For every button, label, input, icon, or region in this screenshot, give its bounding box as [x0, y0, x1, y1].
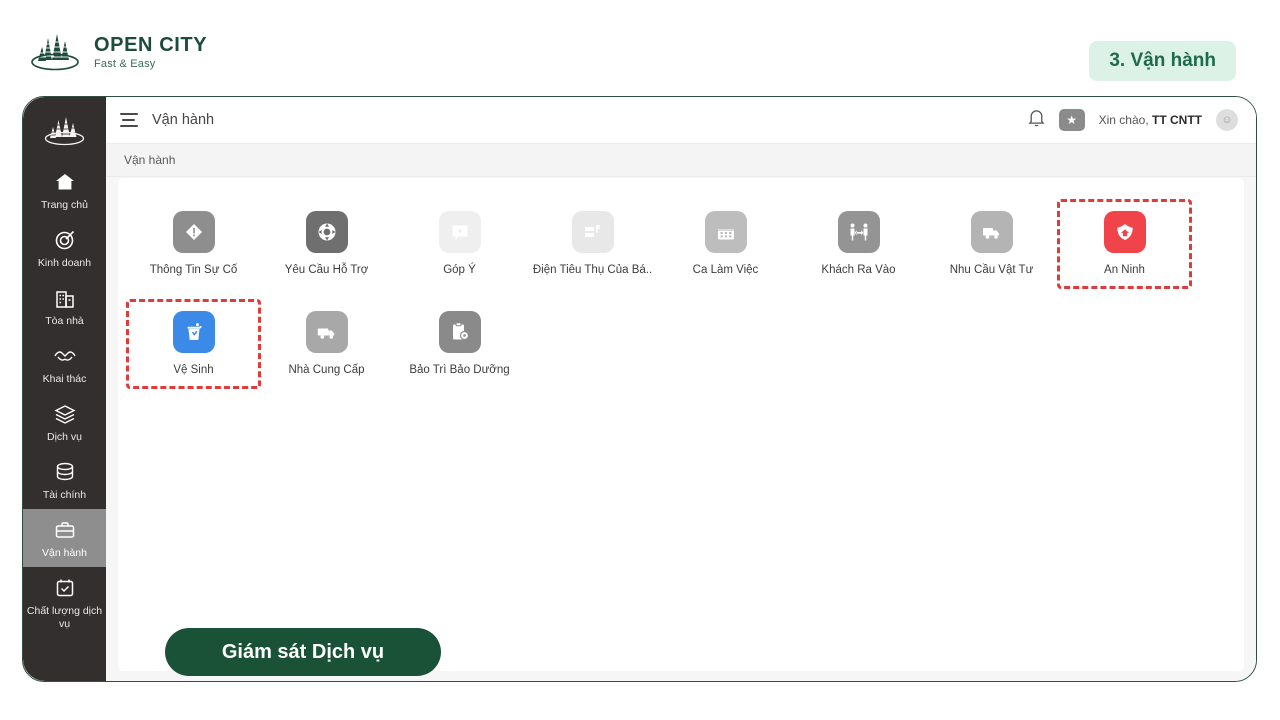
main-pane: Vận hành ★ Xin chào, TT CNTT ☺ Vận hành [106, 97, 1256, 681]
topbar-title: Vận hành [152, 112, 215, 128]
briefcase-icon [25, 518, 104, 542]
topbar: Vận hành ★ Xin chào, TT CNTT ☺ [106, 97, 1256, 144]
sidebar: Trang chủ Kinh doanh Tòa nhà Khai thác D… [23, 97, 106, 681]
sidebar-item-label: Trang chủ [41, 199, 88, 211]
brand-subtitle: Fast & Easy [94, 58, 156, 70]
sidebar-item-label: Chất lượng dịch vụ [26, 605, 103, 630]
database-icon [25, 460, 104, 484]
tile-khach-ra-vao[interactable]: Khách Ra Vào [792, 200, 925, 288]
tile-nha-cung-cap[interactable]: Nhà Cung Cấp [260, 300, 393, 388]
tile-ve-sinh[interactable]: Vệ Sinh [126, 298, 261, 389]
step-badge: 3. Vận hành [1089, 41, 1236, 81]
tile-label: Yêu Cầu Hỗ Trợ [284, 264, 369, 276]
tile-label: Ca Làm Việc [692, 264, 759, 276]
tile-label: Vệ Sinh [173, 363, 214, 376]
tile-label: Góp Ý [443, 264, 476, 276]
warning-diamond-icon [172, 211, 215, 253]
content-card: Thông Tin Sự Cố Yêu Cầu Hỗ Trợ Góp Ý Điệ… [118, 178, 1244, 676]
sidebar-item-label: Kinh doanh [37, 257, 92, 270]
sidebar-item-chat-luong-dich-vu[interactable]: Chất lượng dịch vụ [23, 567, 106, 637]
tile-an-ninh[interactable]: An Ninh [1057, 199, 1192, 289]
tile-ca-lam-viec[interactable]: Ca Làm Việc [659, 200, 792, 288]
tile-label: Nhà Cung Cấp [288, 363, 365, 376]
hamburger-icon[interactable] [120, 113, 138, 127]
sidebar-item-toa-nha[interactable]: Tòa nhà [23, 277, 106, 335]
giam-sat-dich-vu-button[interactable]: Giám sát Dịch vụ [165, 628, 441, 676]
feedback-icon [438, 211, 481, 253]
avatar[interactable]: ☺ [1216, 109, 1238, 131]
truck-icon [970, 211, 1013, 253]
tile-thong-tin-su-co[interactable]: Thông Tin Sự Cố [127, 200, 260, 288]
visitors-icon [837, 211, 880, 253]
tile-bao-tri-bao-duong[interactable]: Bảo Trì Bảo Dưỡng [393, 300, 526, 388]
brand-title: OPEN CITY [94, 34, 208, 56]
breadcrumb-item: Vận hành [124, 153, 176, 167]
maintenance-icon [438, 310, 481, 353]
bell-icon[interactable] [1028, 108, 1045, 132]
city-skyline-icon [28, 30, 82, 74]
sidebar-item-label: Dịch vụ [46, 431, 82, 444]
star-icon[interactable]: ★ [1058, 109, 1085, 131]
user-name: TT CNTT [1152, 113, 1202, 127]
breadcrumb: Vận hành [106, 144, 1256, 177]
sidebar-item-khai-thac[interactable]: Khai thác [23, 335, 106, 393]
sidebar-item-kinh-doanh[interactable]: Kinh doanh [23, 219, 106, 277]
cleaning-bin-icon [172, 310, 215, 353]
meter-icon [571, 211, 614, 253]
tile-label: Thông Tin Sự Cố [149, 264, 238, 276]
target-icon [25, 228, 104, 252]
lifebuoy-icon [305, 211, 348, 253]
page-header: OPEN CITY Fast & Easy 3. Vận hành [0, 0, 1280, 96]
tile-label: Điện Tiêu Thụ Của Bá.. [532, 264, 653, 276]
sidebar-item-label: Tòa nhà [45, 315, 84, 328]
sidebar-logo-icon[interactable] [41, 113, 89, 147]
security-shield-icon [1103, 211, 1146, 253]
tile-label: Nhu Cầu Vật Tư [949, 264, 1034, 276]
sidebar-item-label: Vận hành [42, 547, 87, 560]
home-icon [25, 170, 104, 194]
tile-gop-y[interactable]: Góp Ý [393, 200, 526, 288]
tile-dien-tieu-thu[interactable]: Điện Tiêu Thụ Của Bá.. [526, 200, 659, 288]
sidebar-item-van-hanh[interactable]: Vận hành [23, 509, 106, 568]
tile-nhu-cau-vat-tu[interactable]: Nhu Cầu Vật Tư [925, 200, 1058, 288]
app-tile-grid: Thông Tin Sự Cố Yêu Cầu Hỗ Trợ Góp Ý Điệ… [118, 178, 1244, 389]
sidebar-item-label: Khai thác [42, 373, 87, 386]
supplier-truck-icon [305, 310, 348, 353]
tile-label: Bảo Trì Bảo Dưỡng [409, 363, 510, 376]
sidebar-item-label: Tài chính [42, 489, 87, 502]
app-window: Trang chủ Kinh doanh Tòa nhà Khai thác D… [22, 96, 1257, 682]
sidebar-item-dich-vu[interactable]: Dịch vụ [23, 393, 106, 451]
tile-label: Khách Ra Vào [821, 264, 896, 276]
sidebar-item-tai-chinh[interactable]: Tài chính [23, 451, 106, 509]
tile-yeu-cau-ho-tro[interactable]: Yêu Cầu Hỗ Trợ [260, 200, 393, 288]
calendar-check-icon [25, 576, 104, 600]
layers-icon [25, 402, 104, 426]
sidebar-item-trang-chu[interactable]: Trang chủ [23, 161, 106, 219]
calendar-icon [704, 211, 747, 253]
greeting: Xin chào, TT CNTT [1098, 113, 1202, 127]
handshake-icon [25, 344, 104, 368]
building-icon [25, 286, 104, 310]
brand: OPEN CITY Fast & Easy [28, 30, 207, 74]
tile-label: An Ninh [1104, 264, 1145, 276]
